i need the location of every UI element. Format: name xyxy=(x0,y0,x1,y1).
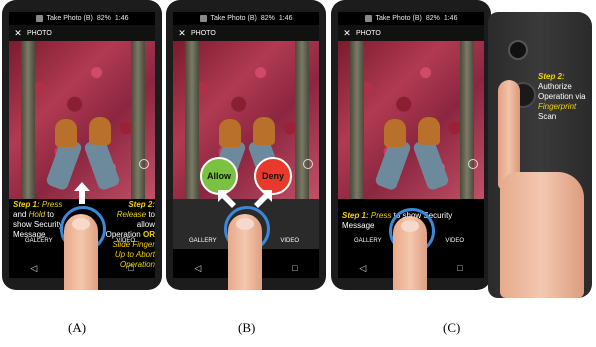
gallery-button[interactable]: GALLERY xyxy=(189,238,217,244)
photo-preview xyxy=(338,41,484,199)
video-button[interactable]: VIDEO xyxy=(445,238,464,244)
hand-palm xyxy=(500,172,584,298)
step2-caption: Step 2: Release to allow Operation OR Sl… xyxy=(105,200,155,269)
photo-preview xyxy=(9,41,155,199)
app-icon xyxy=(35,15,43,22)
arrow-right-icon xyxy=(254,190,272,208)
page-title: PHOTO xyxy=(356,29,381,37)
camera-switch-icon[interactable] xyxy=(303,159,313,169)
close-icon[interactable]: ✕ xyxy=(338,28,356,39)
phone-a: Take Photo (B) 82% 1:46 ✕ PHOTO GALLERY … xyxy=(2,0,162,290)
phone-b: Take Photo (B) 82% 1:46 ✕ PHOTO GALLERY … xyxy=(166,0,326,290)
close-icon[interactable]: ✕ xyxy=(173,28,191,39)
status-time: 1:46 xyxy=(278,15,293,22)
status-bar: Take Photo (B) 82% 1:46 xyxy=(173,12,319,25)
gallery-button[interactable]: GALLERY xyxy=(354,238,382,244)
video-button[interactable]: VIDEO xyxy=(280,238,299,244)
step2-caption-c: Step 2: Authorize Operation via Fingerpr… xyxy=(538,72,586,121)
app-icon xyxy=(364,15,372,22)
status-time: 1:46 xyxy=(114,15,129,22)
app-bar: ✕ PHOTO xyxy=(9,25,155,41)
app-bar: ✕ PHOTO xyxy=(338,25,484,41)
app-bar: ✕ PHOTO xyxy=(173,25,319,41)
close-icon[interactable]: ✕ xyxy=(9,28,27,39)
status-time: 1:46 xyxy=(443,15,458,22)
status-title: Take Photo (B) xyxy=(210,15,257,22)
photo-preview xyxy=(173,41,319,199)
label-b: (B) xyxy=(238,320,256,335)
phone-c: Take Photo (B) 82% 1:46 ✕ PHOTO GALLERY … xyxy=(331,0,491,290)
page-title: PHOTO xyxy=(27,29,52,37)
camera-switch-icon[interactable] xyxy=(468,159,478,169)
camera-lens-icon xyxy=(508,40,528,60)
label-a: (A) xyxy=(68,320,87,335)
status-battery: 82% xyxy=(96,15,111,22)
status-battery: 82% xyxy=(425,15,440,22)
page-title: PHOTO xyxy=(191,29,216,37)
status-title: Take Photo (B) xyxy=(375,15,422,22)
recent-icon[interactable]: □ xyxy=(457,263,462,273)
status-bar: Take Photo (B) 82% 1:46 xyxy=(9,12,155,25)
status-battery: 82% xyxy=(260,15,275,22)
label-c: (C) xyxy=(443,320,461,335)
recent-icon[interactable]: □ xyxy=(292,263,297,273)
camera-switch-icon[interactable] xyxy=(139,159,149,169)
arrow-left-icon xyxy=(218,190,236,208)
back-icon[interactable]: ◁ xyxy=(359,263,366,274)
back-icon[interactable]: ◁ xyxy=(194,263,201,274)
status-title: Take Photo (B) xyxy=(46,15,93,22)
status-bar: Take Photo (B) 82% 1:46 xyxy=(338,12,484,25)
arrow-up-icon xyxy=(74,182,90,204)
app-icon xyxy=(199,15,207,22)
back-icon[interactable]: ◁ xyxy=(30,263,37,274)
